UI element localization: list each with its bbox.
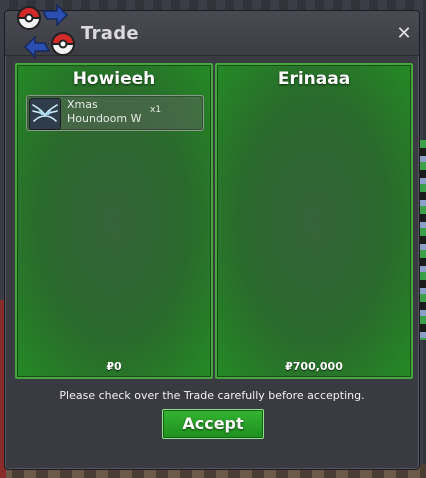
- trader-name-right: Erinaaa: [277, 69, 351, 89]
- trade-logo-icon: [16, 3, 76, 59]
- money-offer-right: ₽700,000: [285, 360, 343, 373]
- wings-icon: [29, 98, 61, 130]
- trade-panel-erinaaa: Erinaaa ₽700,000: [215, 63, 413, 379]
- trade-panel-howieeh: Howieeh Xmas Houndoom W x1 ₽0: [15, 63, 213, 379]
- window-title: Trade: [81, 23, 139, 44]
- close-button[interactable]: ✕: [395, 25, 413, 43]
- trade-item-slot[interactable]: Xmas Houndoom W x1: [26, 95, 204, 131]
- accept-button[interactable]: Accept: [162, 409, 264, 439]
- trade-window: Trade ✕ Howieeh Xmas Houndoom W x1 ₽0 Er…: [4, 3, 420, 470]
- trade-notice: Please check over the Trade carefully be…: [59, 389, 365, 402]
- item-name: Xmas Houndoom W: [67, 98, 142, 125]
- trader-name-left: Howieeh: [72, 69, 156, 89]
- item-quantity: x1: [150, 105, 162, 115]
- game-background-edge: [420, 140, 426, 340]
- money-offer-left: ₽0: [106, 360, 122, 373]
